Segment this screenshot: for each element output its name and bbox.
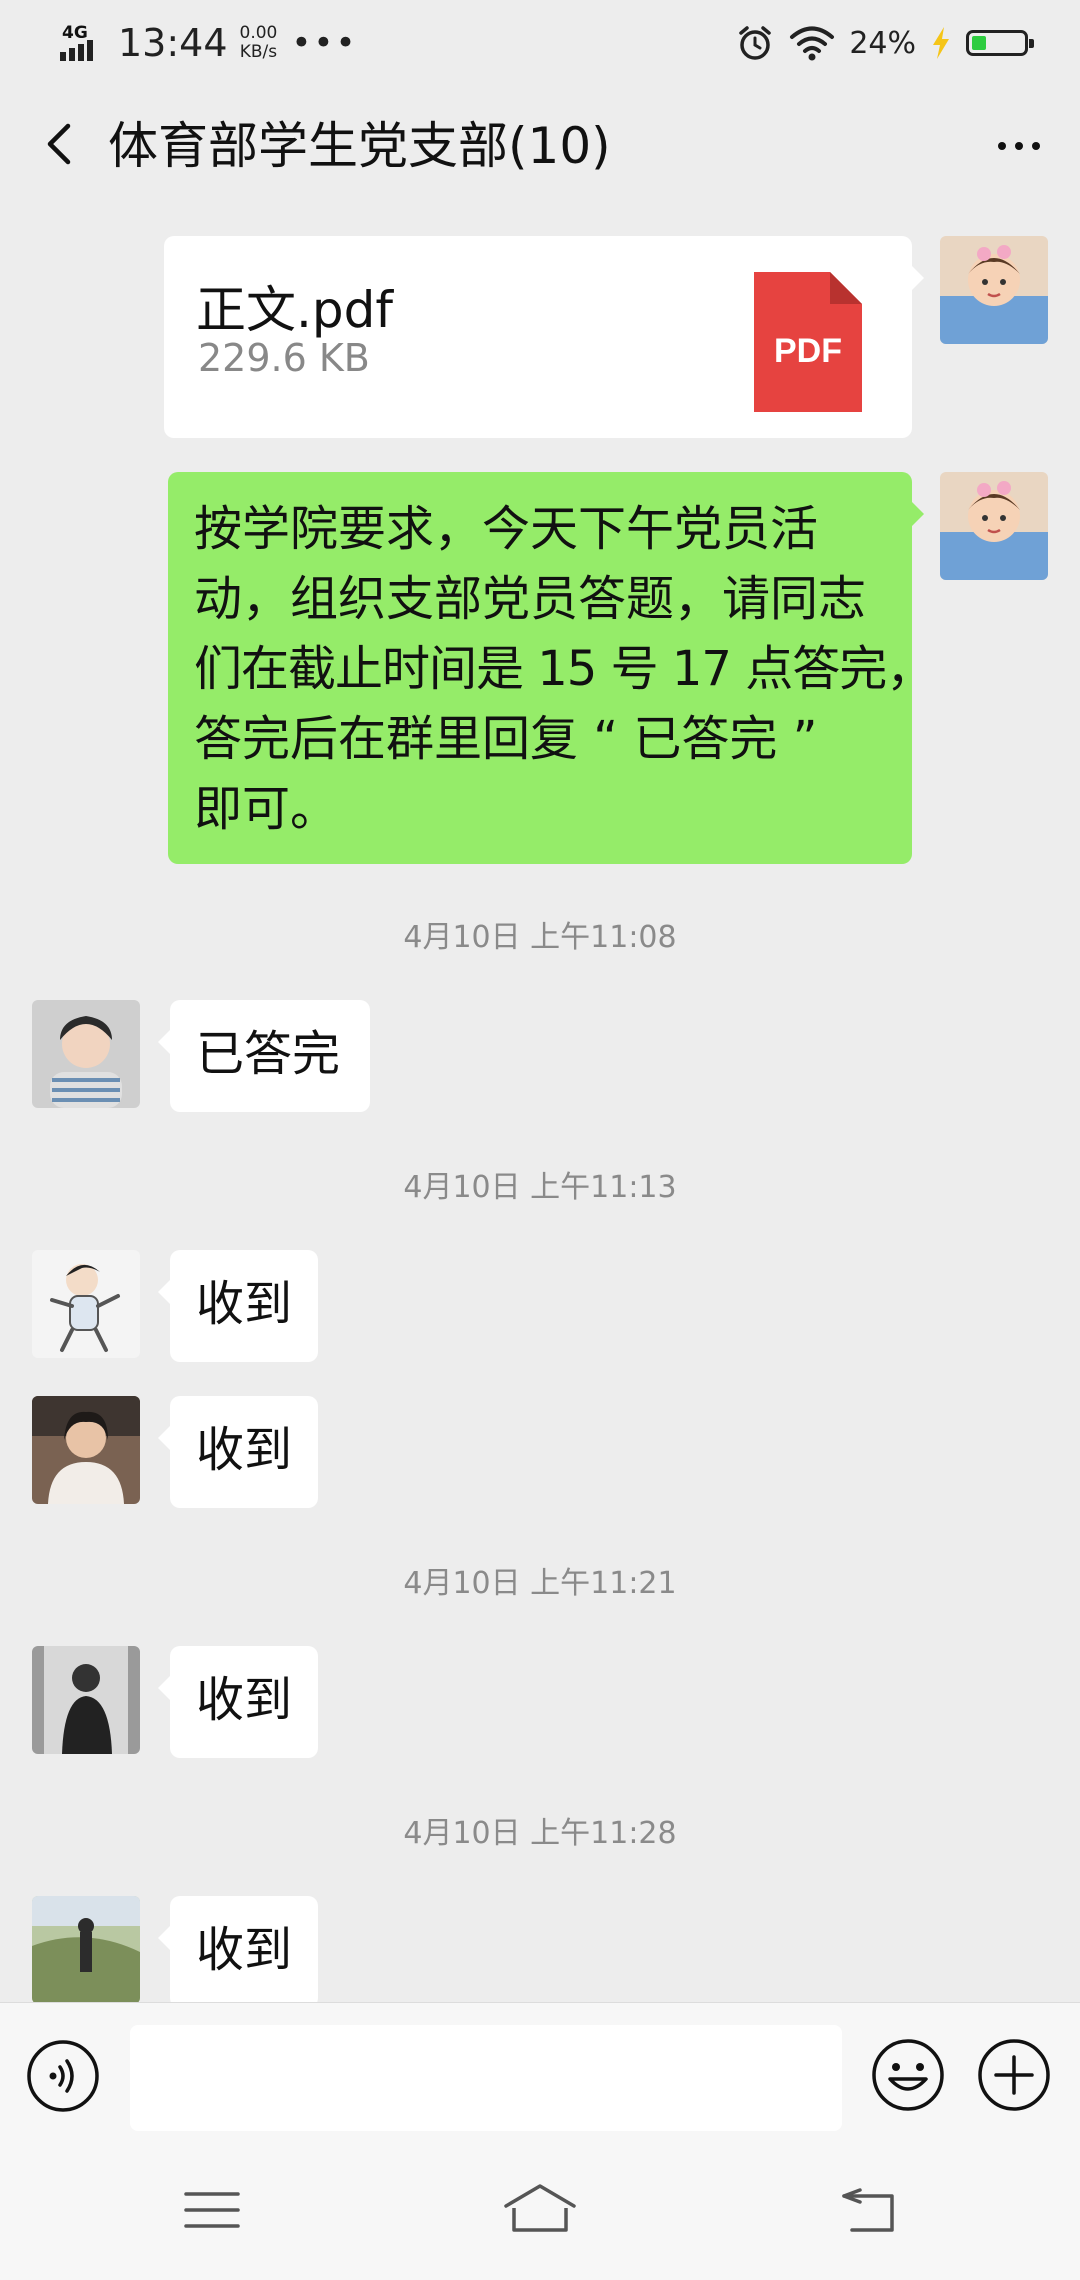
avatar-member-2[interactable] <box>32 1250 140 1358</box>
chat-title: 体育部学生党支部(10) <box>108 117 611 175</box>
home-icon[interactable] <box>500 2180 580 2240</box>
avatar-self[interactable] <box>940 236 1048 344</box>
message-list[interactable]: 正文.pdf 229.6 KB PDF 按学院要求，今天下午党员活 动，组织支部… <box>0 212 1080 2002</box>
signal-icon: 4G <box>60 23 102 63</box>
back-icon[interactable] <box>830 2180 910 2240</box>
more-options-icon[interactable] <box>984 118 1054 174</box>
notice-message[interactable]: 按学院要求，今天下午党员活 动，组织支部党员答题，请同志 们在截止时间是 15 … <box>168 472 934 864</box>
reply-message[interactable]: 收到 <box>158 1250 318 1362</box>
file-size: 229.6 KB <box>198 336 370 380</box>
plus-icon[interactable] <box>976 2037 1052 2113</box>
status-more-indicator: ••• <box>291 23 358 63</box>
reply-text: 收到 <box>196 1276 293 1332</box>
input-bar <box>0 2002 1080 2139</box>
file-message[interactable]: 正文.pdf 229.6 KB PDF <box>164 236 924 438</box>
system-nav-bar <box>0 2138 1080 2280</box>
menu-icon[interactable] <box>172 2180 252 2240</box>
reply-text: 收到 <box>196 1672 293 1728</box>
notice-line-3: 们在截止时间是 15 号 17 点答完， <box>194 641 934 697</box>
chat-header: 体育部学生党支部(10) <box>0 84 1080 212</box>
alarm-icon <box>739 26 772 60</box>
reply-text: 收到 <box>196 1422 293 1478</box>
reply-message[interactable]: 收到 <box>158 1396 318 1508</box>
svg-text:PDF: PDF <box>774 332 842 370</box>
speed-unit: KB/s <box>239 42 278 62</box>
wifi-icon <box>790 26 835 61</box>
message-input[interactable] <box>130 2025 842 2131</box>
avatar-member-3[interactable] <box>32 1396 140 1504</box>
pdf-file-icon: PDF <box>754 272 862 412</box>
timestamp: 4月10日 上午11:08 <box>403 920 677 955</box>
emoji-icon[interactable] <box>870 2037 946 2113</box>
status-time: 13:44 <box>118 21 228 65</box>
reply-text: 已答完 <box>196 1026 341 1082</box>
avatar-member-4[interactable] <box>32 1646 140 1754</box>
back-arrow-icon[interactable] <box>30 114 90 174</box>
reply-text: 收到 <box>196 1922 293 1978</box>
status-bar: 4G 13:44 0.00 KB/s ••• 24% <box>0 0 1080 84</box>
timestamp: 4月10日 上午11:21 <box>403 1566 677 1601</box>
timestamp: 4月10日 上午11:13 <box>403 1170 677 1205</box>
battery-icon <box>966 30 1034 56</box>
file-name: 正文.pdf <box>196 281 393 339</box>
notice-line-2: 动，组织支部党员答题，请同志 <box>194 571 867 627</box>
reply-message[interactable]: 收到 <box>158 1896 318 2002</box>
speed-value: 0.00 <box>239 23 278 43</box>
timestamp: 4月10日 上午11:28 <box>403 1816 677 1851</box>
battery-percent: 24% <box>849 25 916 61</box>
network-speed: 0.00 KB/s <box>240 24 278 62</box>
notice-line-4: 答完后在群里回复 “ 已答完 ” <box>194 711 818 767</box>
avatar-self[interactable] <box>940 472 1048 580</box>
voice-icon[interactable] <box>26 2039 100 2113</box>
notice-line-1: 按学院要求，今天下午党员活 <box>194 501 819 557</box>
avatar-member-5[interactable] <box>32 1896 140 2002</box>
charging-icon <box>933 27 949 59</box>
notice-line-5: 即可。 <box>194 781 339 837</box>
reply-message[interactable]: 已答完 <box>158 1000 370 1112</box>
reply-message[interactable]: 收到 <box>158 1646 318 1758</box>
avatar-member-1[interactable] <box>32 1000 140 1108</box>
